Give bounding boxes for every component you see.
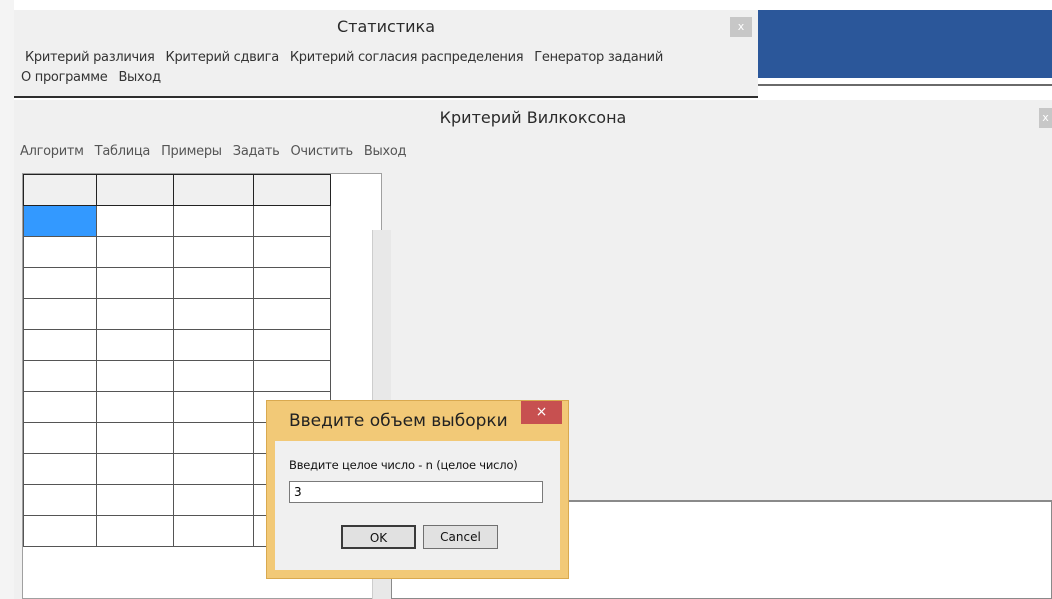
table-row xyxy=(23,329,331,361)
grid-cell[interactable] xyxy=(173,267,254,299)
background-divider xyxy=(758,84,1052,86)
grid-column-header[interactable] xyxy=(173,174,254,206)
menu-difference-criterion[interactable]: Критерий различия xyxy=(25,48,155,68)
table-row xyxy=(23,205,331,237)
grid-cell[interactable] xyxy=(173,298,254,330)
table-row xyxy=(23,360,331,392)
grid-cell[interactable] xyxy=(23,236,97,268)
grid-cell[interactable] xyxy=(253,236,331,268)
stat-menu-bar: Критерий различия Критерий сдвига Критерий… xyxy=(14,48,758,88)
grid-header-row xyxy=(23,174,331,206)
menu-about[interactable]: О программе xyxy=(21,68,108,88)
grid-cell[interactable] xyxy=(96,484,174,516)
dialog-prompt: Введите целое число - n (целое число) xyxy=(289,458,518,472)
grid-cell[interactable] xyxy=(96,205,174,237)
background-blue-panel xyxy=(758,10,1052,78)
stat-window-title: Статистика xyxy=(337,17,435,36)
grid-corner-cell xyxy=(23,174,97,206)
grid-cell[interactable] xyxy=(96,453,174,485)
grid-cell[interactable] xyxy=(23,453,97,485)
grid-cell[interactable] xyxy=(96,515,174,547)
grid-cell[interactable] xyxy=(23,360,97,392)
grid-cell[interactable] xyxy=(23,329,97,361)
menu-task-generator[interactable]: Генератор заданий xyxy=(534,48,663,68)
menu-exit[interactable]: Выход xyxy=(118,68,161,88)
menu-set[interactable]: Задать xyxy=(233,142,280,162)
sample-size-dialog: Введите объем выборки × Введите целое чи… xyxy=(267,401,568,578)
grid-cell[interactable] xyxy=(23,298,97,330)
grid-cell[interactable] xyxy=(253,205,331,237)
grid-cell[interactable] xyxy=(173,484,254,516)
table-row xyxy=(23,298,331,330)
cancel-button[interactable]: Cancel xyxy=(423,525,498,549)
grid-cell[interactable] xyxy=(23,515,97,547)
grid-cell[interactable] xyxy=(253,267,331,299)
grid-cell[interactable] xyxy=(96,391,174,423)
grid-cell[interactable] xyxy=(96,298,174,330)
stat-window: Статистика x Критерий различия Критерий с… xyxy=(14,10,758,97)
grid-column-header[interactable] xyxy=(253,174,331,206)
grid-cell[interactable] xyxy=(173,205,254,237)
grid-cell[interactable] xyxy=(173,329,254,361)
sample-size-input[interactable] xyxy=(289,481,543,503)
wilcoxon-window-title: Критерий Вилкоксона xyxy=(439,108,627,127)
grid-cell[interactable] xyxy=(23,391,97,423)
background-window-edge xyxy=(0,0,14,599)
menu-goodness-of-fit[interactable]: Критерий согласия распределения xyxy=(290,48,524,68)
grid-cell[interactable] xyxy=(173,453,254,485)
grid-cell[interactable] xyxy=(253,360,331,392)
grid-cell[interactable] xyxy=(96,267,174,299)
grid-cell[interactable] xyxy=(96,236,174,268)
grid-cell[interactable] xyxy=(173,515,254,547)
grid-cell[interactable] xyxy=(173,360,254,392)
dialog-body: Введите целое число - n (целое число) OK… xyxy=(275,441,560,570)
grid-column-header[interactable] xyxy=(96,174,174,206)
menu-examples[interactable]: Примеры xyxy=(161,142,222,162)
grid-cell[interactable] xyxy=(173,422,254,454)
grid-cell[interactable] xyxy=(173,236,254,268)
stat-window-close-button[interactable]: x xyxy=(730,17,752,37)
grid-cell[interactable] xyxy=(96,329,174,361)
grid-cell-selected[interactable] xyxy=(23,205,97,237)
menu-shift-criterion[interactable]: Критерий сдвига xyxy=(166,48,280,68)
grid-cell[interactable] xyxy=(96,422,174,454)
grid-cell[interactable] xyxy=(23,484,97,516)
menu-clear[interactable]: Очистить xyxy=(290,142,353,162)
wilcoxon-menu-bar: Алгоритм Таблица Примеры Задать Очистить Выхо… xyxy=(20,142,417,162)
menu-table[interactable]: Таблица xyxy=(95,142,151,162)
grid-cell[interactable] xyxy=(96,360,174,392)
grid-cell[interactable] xyxy=(23,422,97,454)
grid-cell[interactable] xyxy=(253,298,331,330)
table-row xyxy=(23,267,331,299)
grid-cell[interactable] xyxy=(253,329,331,361)
stat-window-bottom-border xyxy=(14,96,758,98)
wilcoxon-window-close-button[interactable]: x xyxy=(1039,108,1052,128)
table-row xyxy=(23,236,331,268)
grid-cell[interactable] xyxy=(23,267,97,299)
menu-exit-wilcoxon[interactable]: Выход xyxy=(364,142,407,162)
grid-cell[interactable] xyxy=(173,391,254,423)
dialog-title: Введите объем выборки xyxy=(289,411,508,431)
menu-algorithm[interactable]: Алгоритм xyxy=(20,142,84,162)
dialog-close-button[interactable]: × xyxy=(521,401,562,424)
ok-button[interactable]: OK xyxy=(341,525,416,549)
